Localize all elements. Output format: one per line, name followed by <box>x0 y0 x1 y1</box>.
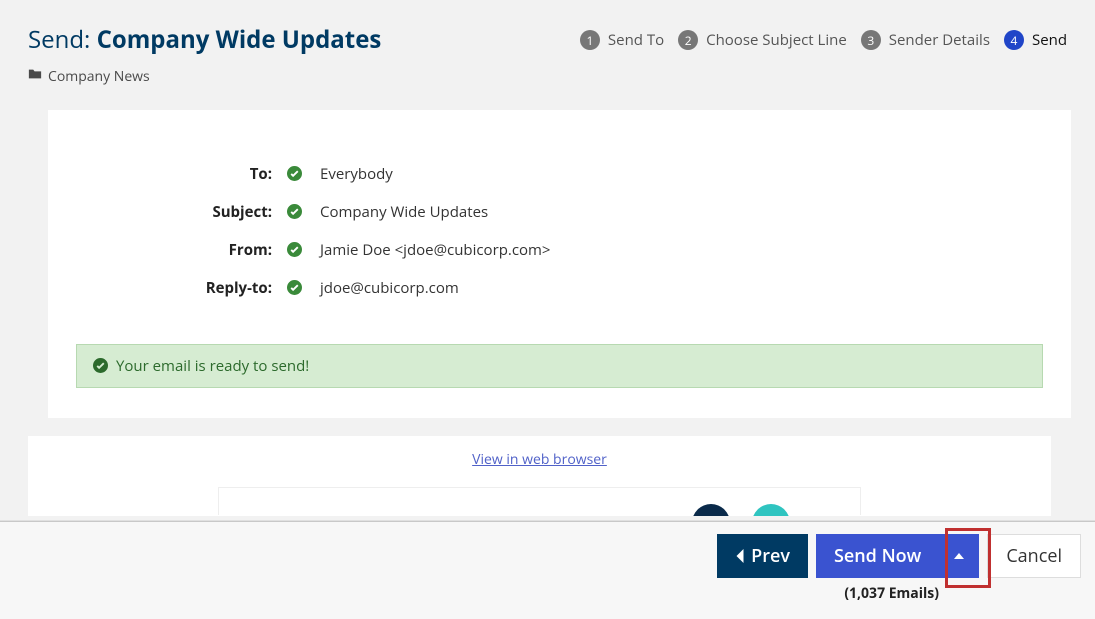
step-number: 4 <box>1004 30 1024 50</box>
send-options-dropdown[interactable] <box>939 534 979 578</box>
from-label: From: <box>76 240 276 260</box>
email-count: (1,037 Emails) <box>844 584 939 603</box>
check-icon <box>284 240 304 260</box>
chevron-left-icon <box>735 549 745 563</box>
campaign-name: Company Wide Updates <box>97 23 382 56</box>
cancel-button[interactable]: Cancel <box>987 534 1081 578</box>
view-in-browser-link[interactable]: View in web browser <box>48 450 1031 469</box>
to-value: Everybody <box>312 164 1043 184</box>
caret-up-icon <box>954 553 964 559</box>
step-label: Send To <box>608 30 664 50</box>
alert-text: Your email is ready to send! <box>116 356 309 376</box>
check-circle-icon <box>93 358 108 373</box>
replyto-label: Reply-to: <box>76 278 276 298</box>
step-sender-details[interactable]: 3 Sender Details <box>861 30 990 50</box>
step-number: 1 <box>580 30 600 50</box>
check-icon <box>284 164 304 184</box>
page-title: Send: Company Wide Updates <box>28 26 381 55</box>
check-icon <box>284 202 304 222</box>
wizard-stepper: 1 Send To 2 Choose Subject Line 3 Sender… <box>580 30 1067 50</box>
folder-name: Company News <box>48 67 150 86</box>
action-bar: Prev Send Now Cancel (1,037 Emails) <box>0 521 1095 619</box>
step-send[interactable]: 4 Send <box>1004 30 1067 50</box>
to-label: To: <box>76 164 276 184</box>
replyto-value: jdoe@cubicorp.com <box>312 278 1043 298</box>
subject-label: Subject: <box>76 202 276 222</box>
preview-graphic <box>692 504 730 516</box>
send-now-button[interactable]: Send Now <box>816 534 939 578</box>
step-label: Sender Details <box>889 30 990 50</box>
subject-value: Company Wide Updates <box>312 202 1043 222</box>
email-preview-body <box>218 487 861 515</box>
summary-table: To: Everybody Subject: Company Wide Upda… <box>76 164 1043 298</box>
cancel-label: Cancel <box>1006 544 1062 568</box>
folder-breadcrumb[interactable]: Company News <box>28 67 1067 86</box>
step-send-to[interactable]: 1 Send To <box>580 30 664 50</box>
step-label: Choose Subject Line <box>706 30 847 50</box>
preview-graphic <box>752 504 790 516</box>
prev-button[interactable]: Prev <box>717 534 808 578</box>
send-summary-card: To: Everybody Subject: Company Wide Upda… <box>48 110 1071 418</box>
ready-alert: Your email is ready to send! <box>76 344 1043 388</box>
step-number: 3 <box>861 30 881 50</box>
step-number: 2 <box>678 30 698 50</box>
check-icon <box>284 278 304 298</box>
prev-label: Prev <box>751 544 790 568</box>
step-label: Send <box>1032 30 1067 50</box>
step-choose-subject[interactable]: 2 Choose Subject Line <box>678 30 847 50</box>
email-preview-card: View in web browser <box>28 436 1051 516</box>
send-label: Send Now <box>834 544 921 568</box>
folder-icon <box>28 67 42 86</box>
title-prefix: Send: <box>28 23 90 56</box>
from-value: Jamie Doe <jdoe@cubicorp.com> <box>312 240 1043 260</box>
